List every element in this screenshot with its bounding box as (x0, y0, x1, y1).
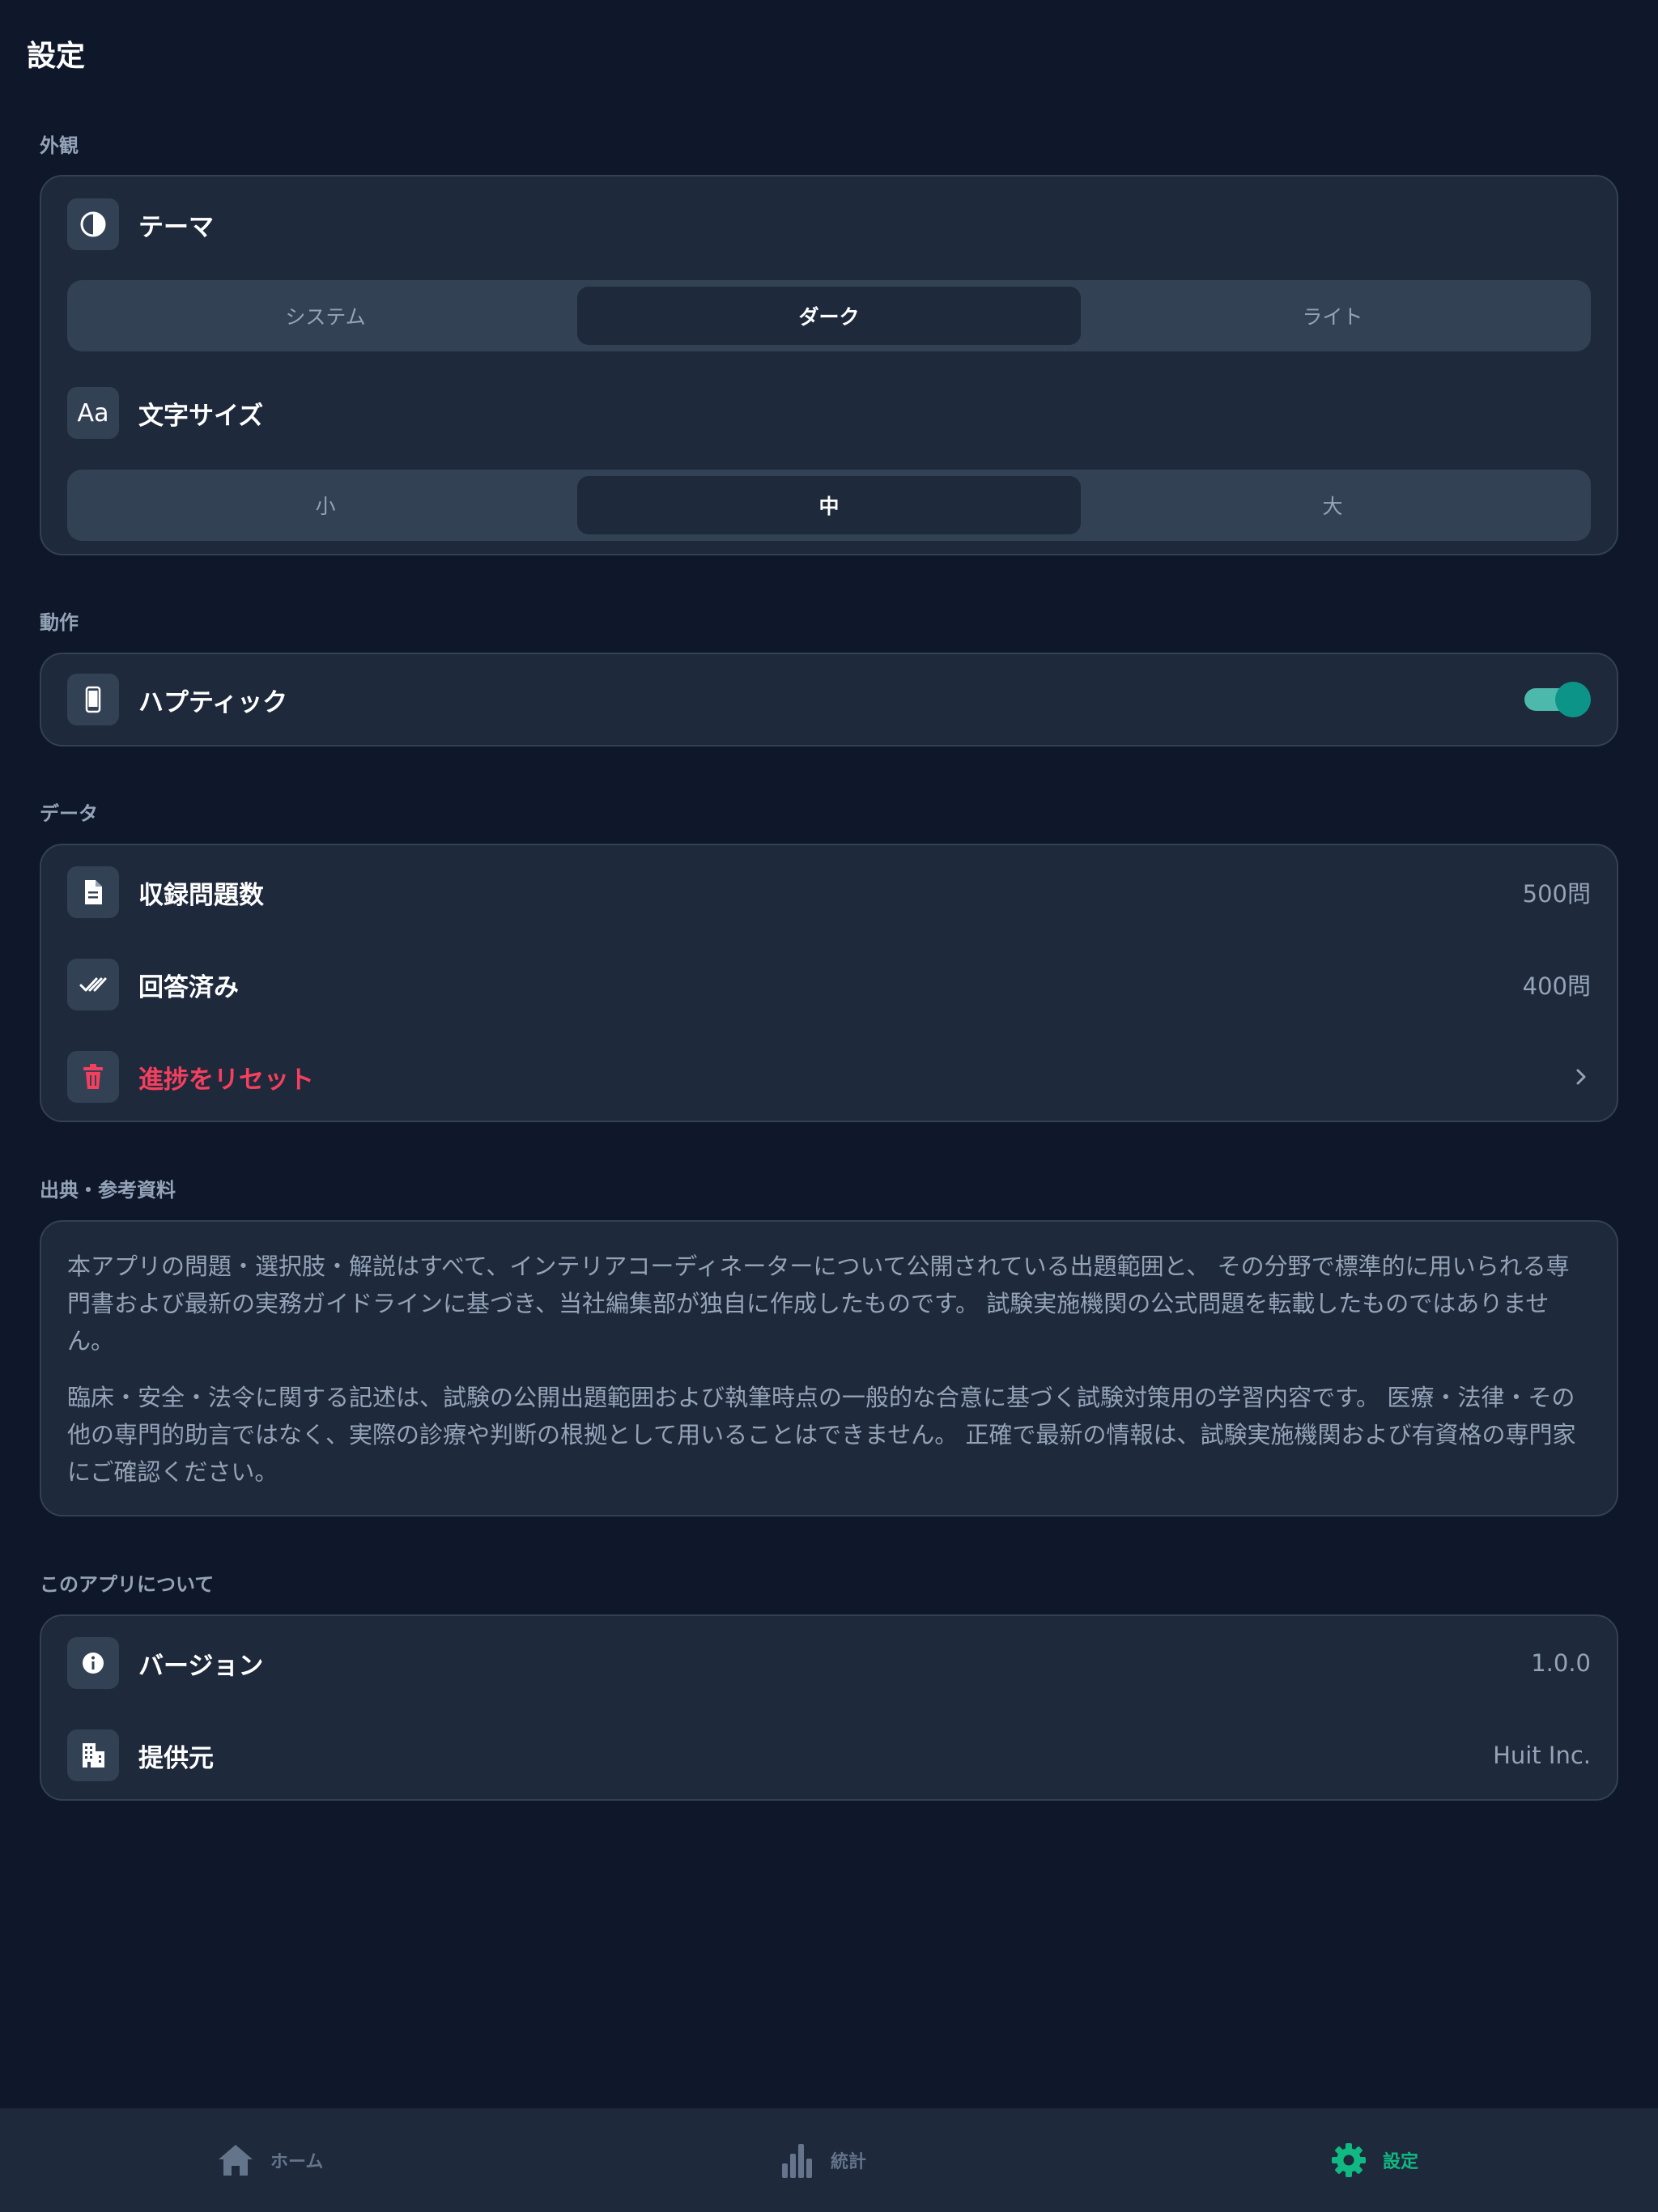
appearance-card: テーマ システム ダーク ライト Aa 文字サイズ 小 中 大 (40, 175, 1618, 555)
section-label-about: このアプリについて (40, 1573, 215, 1596)
theme-row: テーマ (67, 198, 1591, 250)
haptic-row: ハプティック (67, 674, 1591, 725)
sources-paragraph-1: 本アプリの問題・選択肢・解説はすべて、インテリアコーディネーターについて公開され… (67, 1253, 1570, 1355)
section-label-appearance: 外観 (40, 134, 79, 157)
bar-chart-icon (782, 2144, 812, 2178)
settings-page: 設定 外観 テーマ システム ダーク ライト Aa 文字サイズ 小 中 大 動作… (0, 0, 1658, 2212)
tab-stats-label: 統計 (831, 2152, 867, 2172)
answered-label: 回答済み (138, 972, 239, 1002)
home-icon (219, 2145, 253, 2176)
section-label-sources: 出典・参考資料 (40, 1179, 176, 1202)
provider-row: 提供元 Huit Inc. (67, 1729, 1591, 1781)
theme-segmented-control: システム ダーク ライト (67, 280, 1591, 351)
trash-icon (67, 1051, 119, 1103)
questions-value: 500問 (1522, 880, 1591, 908)
version-value: 1.0.0 (1531, 1649, 1591, 1677)
version-label: バージョン (138, 1651, 264, 1681)
font-size-option-large[interactable]: 大 (1081, 476, 1584, 534)
reset-progress-label: 進捗をリセット (138, 1065, 314, 1095)
page-title: 設定 (27, 40, 86, 73)
tab-stats[interactable]: 統計 (780, 2108, 866, 2212)
section-label-data: データ (40, 802, 98, 825)
tab-home[interactable]: ホーム (217, 2108, 323, 2212)
bottom-tab-bar: ホーム 統計 設定 (0, 2108, 1658, 2212)
tab-home-label: ホーム (270, 2152, 324, 2172)
phone-icon (67, 674, 119, 725)
answered-row: 回答済み 400問 (67, 959, 1591, 1010)
answered-value: 400問 (1522, 972, 1591, 1000)
behavior-card: ハプティック (40, 653, 1618, 747)
gear-icon (1332, 2143, 1366, 2177)
tab-settings-label: 設定 (1383, 2152, 1419, 2172)
section-label-behavior: 動作 (40, 611, 79, 634)
contrast-icon (67, 198, 119, 250)
data-card: 収録問題数 500問 回答済み 400問 進捗をリセット (40, 844, 1618, 1122)
theme-label: テーマ (138, 212, 214, 242)
chevron-right-icon (1576, 1069, 1586, 1085)
version-row: バージョン 1.0.0 (67, 1637, 1591, 1689)
theme-option-dark[interactable]: ダーク (577, 287, 1081, 345)
font-size-label: 文字サイズ (138, 401, 264, 431)
tab-settings[interactable]: 設定 (1331, 2108, 1418, 2212)
questions-label: 収録問題数 (138, 880, 264, 910)
about-card: バージョン 1.0.0 提供元 Huit Inc. (40, 1614, 1618, 1801)
haptic-label: ハプティック (138, 687, 288, 717)
toggle-knob (1555, 682, 1591, 717)
font-size-segmented-control: 小 中 大 (67, 470, 1591, 541)
building-icon (67, 1729, 119, 1781)
theme-option-system[interactable]: システム (74, 287, 577, 345)
theme-option-light[interactable]: ライト (1081, 287, 1584, 345)
document-icon (67, 866, 119, 918)
provider-value: Huit Inc. (1493, 1742, 1591, 1769)
info-icon (67, 1637, 119, 1689)
font-size-option-medium[interactable]: 中 (577, 476, 1081, 534)
font-size-row: Aa 文字サイズ (67, 387, 1591, 439)
sources-card: 本アプリの問題・選択肢・解説はすべて、インテリアコーディネーターについて公開され… (40, 1220, 1618, 1516)
questions-row: 収録問題数 500問 (67, 866, 1591, 918)
reset-progress-button[interactable]: 進捗をリセット (67, 1051, 1591, 1103)
double-check-icon (67, 959, 119, 1010)
font-size-option-small[interactable]: 小 (74, 476, 577, 534)
provider-label: 提供元 (138, 1743, 214, 1773)
sources-paragraph-2: 臨床・安全・法令に関する記述は、試験の公開出題範囲および執筆時点の一般的な合意に… (67, 1384, 1576, 1486)
haptic-toggle[interactable] (1524, 682, 1591, 717)
font-size-icon: Aa (67, 387, 119, 439)
